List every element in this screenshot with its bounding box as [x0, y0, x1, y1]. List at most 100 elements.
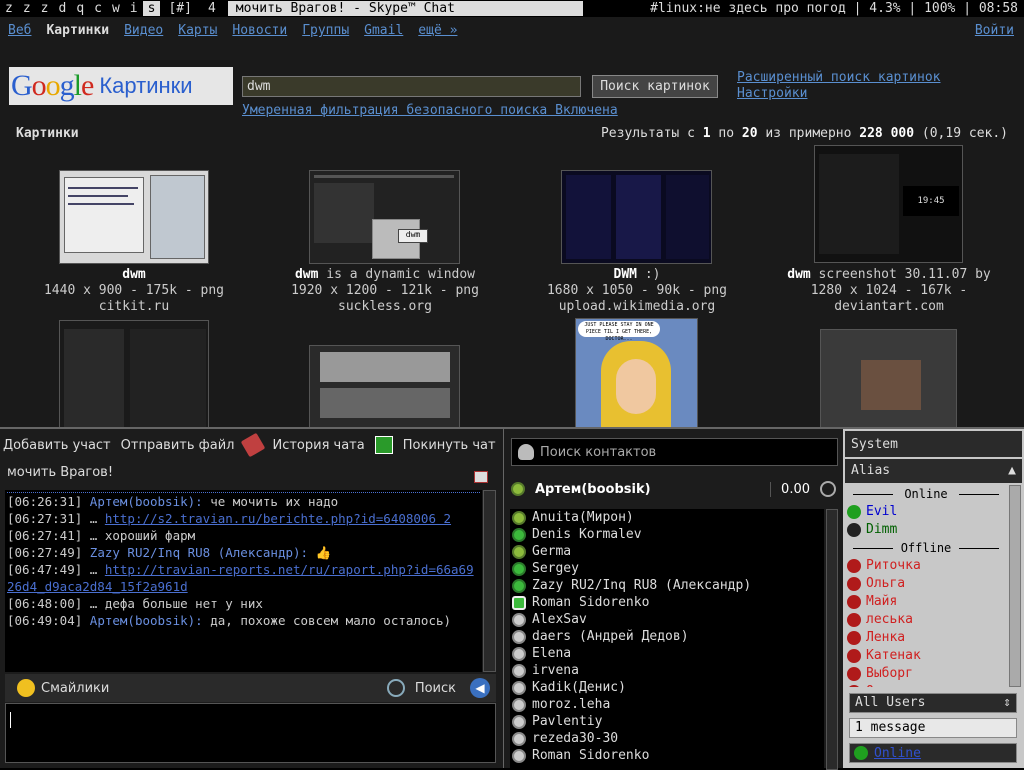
chat-log[interactable]: [06:26:31] Артем(boobsik): че мочить их …: [5, 490, 482, 672]
nav-web[interactable]: Веб: [8, 23, 31, 38]
settings-link[interactable]: Настройки: [737, 86, 941, 102]
tag-7[interactable]: w: [107, 1, 125, 16]
my-profile[interactable]: Артем(boobsik) 0.00: [511, 477, 838, 501]
contact-name: moroz.leha: [532, 697, 611, 712]
search-images-button[interactable]: Поиск картинок: [592, 75, 718, 98]
system-menu[interactable]: System: [845, 431, 1022, 457]
online-group-header[interactable]: Online: [845, 485, 1007, 503]
contact-list-scrollbar[interactable]: [826, 509, 838, 770]
image-thumb-1[interactable]: [59, 170, 209, 264]
tag-1[interactable]: z: [0, 1, 18, 16]
msg-nick[interactable]: Zazy RU2/Inq RU8 (Александр):: [90, 545, 308, 560]
chat-scrollbar[interactable]: [483, 490, 496, 672]
offline-buddy[interactable]: Риточка: [845, 557, 1007, 575]
image-thumb-3[interactable]: [561, 170, 712, 264]
buddy-name: Выборг: [866, 666, 913, 681]
offline-users: Риточка Ольга Майя леська Ленка Катенак Выборг…: [845, 557, 1007, 687]
users-filter-select[interactable]: All Users ⇕: [849, 693, 1017, 713]
chat-search-button[interactable]: Поиск: [415, 681, 456, 696]
image-caption-1[interactable]: dwm 1440 x 900 - 175k - png citkit.ru: [34, 267, 234, 315]
image-thumb-6[interactable]: [309, 345, 460, 427]
image-caption-4[interactable]: dwm screenshot 30.11.07 by 1280 x 1024 -…: [774, 267, 1004, 315]
google-logo[interactable]: Google Картинки: [9, 67, 233, 105]
nav-maps[interactable]: Карты: [178, 23, 217, 38]
online-buddy[interactable]: Dimm: [845, 521, 1007, 539]
image-thumb-2[interactable]: dwm: [309, 170, 460, 264]
contact-item[interactable]: Roman Sidorenko: [510, 747, 824, 764]
my-status-select[interactable]: Online: [849, 743, 1017, 763]
message-count[interactable]: 1 message: [849, 718, 1017, 738]
tag-8[interactable]: i: [125, 1, 143, 16]
contact-item[interactable]: moroz.leha: [510, 696, 824, 713]
alias-header[interactable]: Alias ▲: [845, 459, 1022, 483]
contact-name: Kadik(Денис): [532, 680, 626, 695]
image-thumb-8[interactable]: [820, 329, 957, 427]
tag-2[interactable]: z: [18, 1, 36, 16]
nav-news[interactable]: Новости: [232, 23, 287, 38]
image-thumb-7[interactable]: JUST PLEASE STAY IN ONE PIECE TIL I GET …: [575, 318, 698, 427]
contact-status-icon: [512, 561, 526, 576]
offline-buddy[interactable]: Майя: [845, 593, 1007, 611]
leave-chat-button[interactable]: Покинуть чат: [403, 438, 496, 453]
contact-item[interactable]: Zazy RU2/Inq RU8 (Александр): [510, 577, 824, 594]
offline-buddy[interactable]: Выборг: [845, 665, 1007, 683]
results-to: 20: [741, 126, 758, 141]
image-caption-3[interactable]: DWM :) 1680 x 1050 - 90k - png upload.wi…: [527, 267, 747, 315]
chat-topic-icon[interactable]: [474, 471, 488, 483]
msg-nick[interactable]: Артем(boobsik):: [90, 494, 203, 509]
advanced-search-link[interactable]: Расширенный поиск картинок: [737, 70, 941, 86]
nav-more[interactable]: ещё »: [418, 23, 457, 38]
contact-item[interactable]: Roman Sidorenko: [510, 594, 824, 611]
back-arrow-icon[interactable]: ◀: [470, 678, 490, 698]
tag-3[interactable]: z: [36, 1, 54, 16]
status-flower-icon: [854, 746, 868, 760]
contact-item[interactable]: Pavlentiy: [510, 713, 824, 730]
image-thumb-4[interactable]: 19:45: [814, 145, 963, 263]
layout-symbol[interactable]: [#]: [160, 1, 199, 16]
offline-buddy[interactable]: Ленка: [845, 629, 1007, 647]
msg-link[interactable]: http://s2.travian.ru/berichte.php?id=640…: [105, 511, 451, 526]
contact-search-input[interactable]: Поиск контактов: [511, 438, 838, 466]
tag-4[interactable]: d: [53, 1, 71, 16]
clock-icon[interactable]: [820, 481, 836, 497]
contact-item[interactable]: irvena: [510, 662, 824, 679]
contact-item[interactable]: Anuita(Мирон): [510, 509, 824, 526]
offline-buddy[interactable]: Катенак: [845, 647, 1007, 665]
online-buddy[interactable]: Evil: [845, 503, 1007, 521]
contact-item[interactable]: Sergey: [510, 560, 824, 577]
offline-buddy[interactable]: Ольга: [845, 575, 1007, 593]
buddy-status-icon: [847, 559, 861, 573]
safesearch-link[interactable]: Умеренная фильтрация безопасного поиска …: [242, 103, 618, 118]
msg-nick[interactable]: Артем(boobsik):: [90, 613, 203, 628]
search-input[interactable]: [242, 76, 581, 97]
contact-item[interactable]: daers (Андрей Дедов): [510, 628, 824, 645]
contact-status-icon: [512, 527, 526, 542]
my-status-icon[interactable]: [511, 482, 525, 496]
contact-item[interactable]: AlexSav: [510, 611, 824, 628]
nav-groups[interactable]: Группы: [302, 23, 349, 38]
collapse-icon[interactable]: ▲: [1008, 463, 1016, 478]
contact-item[interactable]: Kadik(Денис): [510, 679, 824, 696]
contact-item[interactable]: Denis Kormalev: [510, 526, 824, 543]
chat-message: [06:27:31] … http://s2.travian.ru/berich…: [7, 510, 480, 527]
tag-9-selected[interactable]: s: [142, 1, 161, 16]
offline-group-header[interactable]: Offline: [845, 539, 1007, 557]
contact-item[interactable]: Elena: [510, 645, 824, 662]
contact-item[interactable]: Germa: [510, 543, 824, 560]
image-thumb-5[interactable]: [59, 320, 209, 427]
add-participant-button[interactable]: Добавить участ: [3, 438, 111, 453]
offline-buddy[interactable]: леська: [845, 611, 1007, 629]
nav-gmail[interactable]: Gmail: [364, 23, 403, 38]
image-caption-2[interactable]: dwm is a dynamic window 1920 x 1200 - 12…: [275, 267, 495, 315]
send-file-button[interactable]: Отправить файл: [121, 438, 235, 453]
tag-6[interactable]: c: [89, 1, 107, 16]
chat-history-button[interactable]: История чата: [272, 438, 364, 453]
offline-buddy[interactable]: Оксана: [845, 683, 1007, 687]
tag-5[interactable]: q: [71, 1, 89, 16]
chat-message-input[interactable]: [5, 703, 496, 763]
login-link[interactable]: Войти: [975, 23, 1014, 38]
nav-video[interactable]: Видео: [124, 23, 163, 38]
contact-item[interactable]: rezeda30-30: [510, 730, 824, 747]
smileys-button[interactable]: Смайлики: [41, 681, 109, 696]
buddy-list-scrollbar[interactable]: [1009, 485, 1021, 687]
